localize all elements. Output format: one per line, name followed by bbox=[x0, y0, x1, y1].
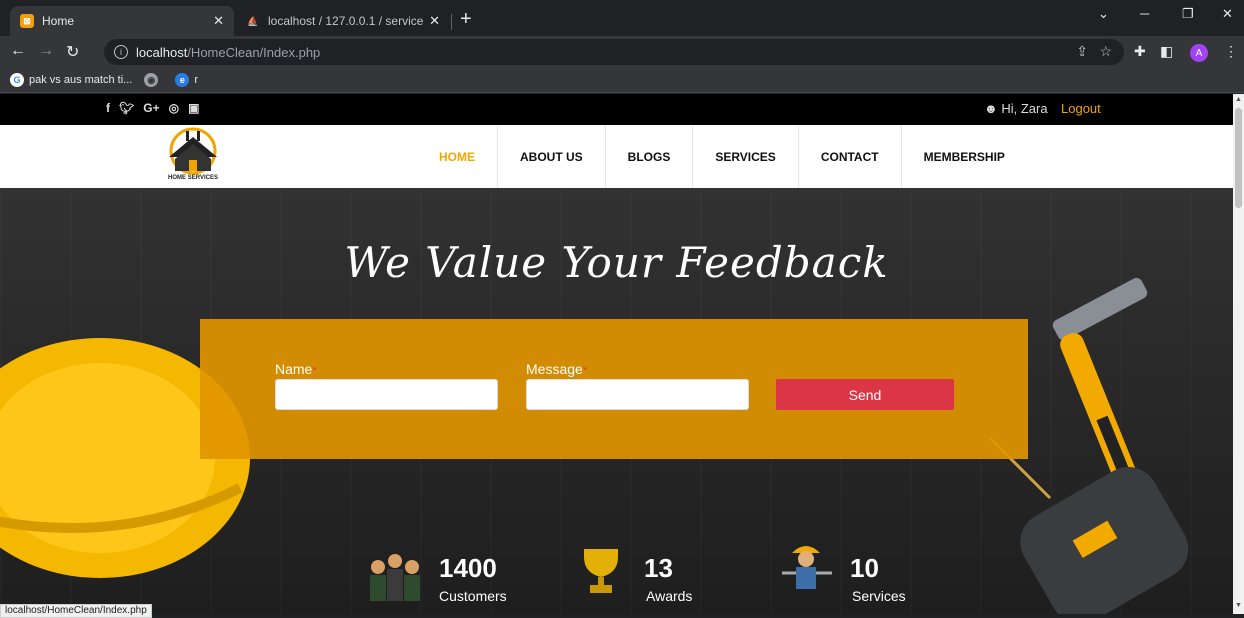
user-icon: ☻ bbox=[984, 101, 998, 116]
bookmark-item[interactable]: ◉ bbox=[144, 73, 163, 87]
xampp-home-icon: ⊠ bbox=[20, 14, 34, 28]
nav-links: HOME ABOUT US BLOGS SERVICES CONTACT MEM… bbox=[417, 125, 1027, 188]
feedback-form: Name* Message* Send bbox=[200, 319, 1028, 459]
hero-section: We Value Your Feedback Name* Message* Se… bbox=[0, 188, 1233, 614]
send-button[interactable]: Send bbox=[776, 379, 954, 410]
back-icon[interactable]: ← bbox=[10, 42, 26, 60]
window-close-icon[interactable]: ✕ bbox=[1222, 6, 1233, 22]
reload-icon[interactable]: ↻ bbox=[66, 42, 79, 62]
url-path: /HomeClean/Index.php bbox=[187, 44, 321, 60]
address-bar[interactable]: i localhost/HomeClean/Index.php ⇪ ☆ bbox=[104, 39, 1124, 65]
nav-home[interactable]: HOME bbox=[417, 125, 498, 188]
tab-home[interactable]: ⊠ Home ✕ bbox=[10, 6, 234, 36]
tab-phpmyadmin[interactable]: ⛵ localhost / 127.0.0.1 / service / u ✕ bbox=[236, 6, 450, 36]
tab-title: localhost / 127.0.0.1 / service / u bbox=[268, 14, 424, 28]
new-tab-icon[interactable]: + bbox=[460, 8, 472, 31]
drill-image bbox=[990, 438, 1189, 614]
tab-separator bbox=[451, 14, 452, 30]
logo-text: HOME SERVICES bbox=[168, 175, 218, 181]
bookmark-label: pak vs aus match ti... bbox=[29, 74, 133, 86]
bookmark-label: r bbox=[194, 74, 198, 86]
stat-number: 13 bbox=[644, 553, 673, 583]
close-icon[interactable]: ✕ bbox=[429, 13, 440, 29]
nav-contact[interactable]: CONTACT bbox=[799, 125, 902, 188]
nav-services[interactable]: SERVICES bbox=[693, 125, 799, 188]
bookmark-star-icon[interactable]: ☆ bbox=[1099, 43, 1112, 60]
name-input[interactable] bbox=[275, 379, 498, 410]
share-icon[interactable]: ⇪ bbox=[1076, 43, 1088, 60]
profile-avatar[interactable]: A bbox=[1190, 44, 1208, 62]
message-input[interactable] bbox=[526, 379, 749, 410]
page-scrollbar[interactable]: ▲ ▼ bbox=[1233, 94, 1244, 614]
hero-title: We Value Your Feedback bbox=[344, 238, 889, 287]
name-label-text: Name bbox=[275, 361, 313, 377]
site-topbar: f 🐦︎ G+ ◎ ▣ ☻ Hi, Zara Logout bbox=[0, 94, 1233, 125]
main-navigation: HOME SERVICES HOME ABOUT US BLOGS SERVIC… bbox=[0, 125, 1233, 188]
scroll-down-icon[interactable]: ▼ bbox=[1235, 602, 1242, 609]
scrollbar-thumb[interactable] bbox=[1235, 108, 1242, 208]
greeting-text: Hi, Zara bbox=[1001, 101, 1048, 116]
nav-about-us[interactable]: ABOUT US bbox=[498, 125, 606, 188]
tab-search-icon[interactable]: ⌄ bbox=[1098, 6, 1109, 22]
stat-number: 1400 bbox=[439, 553, 497, 583]
trophy-icon bbox=[584, 549, 618, 593]
url-host: localhost bbox=[136, 44, 188, 60]
logout-link[interactable]: Logout bbox=[1061, 101, 1101, 116]
side-panel-icon[interactable]: ◧ bbox=[1160, 43, 1173, 60]
twitter-icon[interactable]: 🐦︎ bbox=[119, 101, 134, 115]
bookmarks-bar: G pak vs aus match ti... ◉ e r bbox=[0, 68, 1244, 93]
edge-icon: e bbox=[175, 73, 190, 87]
bookmark-item[interactable]: e r bbox=[175, 73, 198, 87]
name-label: Name* bbox=[275, 361, 317, 377]
facebook-icon[interactable]: f bbox=[106, 101, 110, 115]
message-label: Message* bbox=[526, 361, 587, 377]
close-icon[interactable]: ✕ bbox=[213, 13, 224, 29]
info-icon[interactable]: i bbox=[114, 45, 128, 59]
page-viewport: f 🐦︎ G+ ◎ ▣ ☻ Hi, Zara Logout HOME SERVI… bbox=[0, 94, 1233, 614]
extensions-icon[interactable]: ✚ bbox=[1134, 43, 1146, 60]
message-label-text: Message bbox=[526, 361, 583, 377]
tab-title: Home bbox=[42, 14, 75, 28]
globe-icon: ◉ bbox=[144, 73, 159, 87]
google-plus-icon[interactable]: G+ bbox=[143, 101, 159, 115]
scroll-up-icon[interactable]: ▲ bbox=[1235, 96, 1242, 103]
user-greeting: ☻ Hi, Zara bbox=[984, 101, 1048, 116]
browser-toolbar: ← → ↻ i localhost/HomeClean/Index.php ⇪ … bbox=[0, 36, 1244, 68]
nav-membership[interactable]: MEMBERSHIP bbox=[902, 125, 1027, 188]
social-links: f 🐦︎ G+ ◎ ▣ bbox=[106, 101, 199, 115]
stat-label: Services bbox=[852, 588, 906, 604]
whatsapp-icon[interactable]: ◎ bbox=[169, 101, 179, 115]
google-icon: G bbox=[10, 73, 24, 87]
restore-icon[interactable]: ❐ bbox=[1182, 6, 1194, 22]
instagram-icon[interactable]: ▣ bbox=[188, 101, 199, 115]
stat-label: Customers bbox=[439, 588, 507, 604]
customers-icon bbox=[370, 554, 420, 601]
nav-blogs[interactable]: BLOGS bbox=[606, 125, 694, 188]
stat-number: 10 bbox=[850, 553, 879, 583]
forward-icon[interactable]: → bbox=[38, 42, 54, 60]
worker-icon bbox=[782, 546, 832, 589]
phpmyadmin-icon: ⛵ bbox=[247, 15, 259, 26]
bookmark-item[interactable]: G pak vs aus match ti... bbox=[10, 73, 132, 87]
required-mark: * bbox=[582, 365, 588, 377]
tab-strip: ⊠ Home ✕ ⛵ localhost / 127.0.0.1 / servi… bbox=[0, 0, 1244, 36]
stat-label: Awards bbox=[646, 588, 693, 604]
menu-icon[interactable]: ⋮ bbox=[1224, 43, 1238, 60]
link-status-bar: localhost/HomeClean/Index.php bbox=[0, 604, 152, 618]
required-mark: * bbox=[312, 365, 317, 377]
minimize-icon[interactable]: ─ bbox=[1140, 6, 1149, 21]
